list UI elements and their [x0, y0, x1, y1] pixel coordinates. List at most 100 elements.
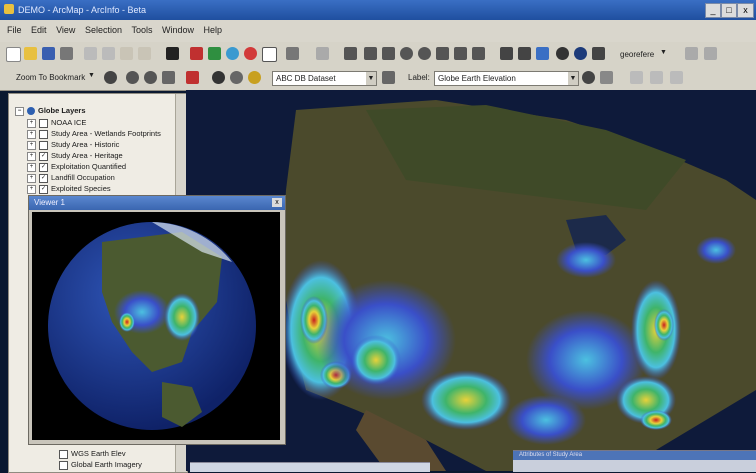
editor-icon[interactable] — [190, 47, 203, 60]
layer-visibility-checkbox[interactable] — [39, 140, 48, 150]
menu-view[interactable]: View — [56, 25, 75, 35]
arctoolbox-icon[interactable] — [208, 47, 221, 60]
layer-visibility-checkbox[interactable]: ✓ — [39, 162, 48, 172]
viewer-window[interactable]: Viewer 1 x — [28, 195, 286, 445]
open-folder-icon[interactable] — [24, 47, 37, 60]
undo-icon[interactable] — [120, 47, 133, 60]
viewer-globe-display[interactable] — [32, 212, 280, 440]
menu-help[interactable]: Help — [204, 25, 223, 35]
georeferencing-label[interactable]: georefere — [620, 50, 654, 59]
georef-dropdown-arrow-icon[interactable]: ▼ — [660, 49, 667, 56]
menu-window[interactable]: Window — [162, 25, 194, 35]
zoom-out-icon[interactable] — [418, 47, 431, 60]
bookmark-arrow-icon[interactable]: ▼ — [88, 72, 95, 79]
toc-layer-item[interactable]: + ✓ Exploited Species — [27, 184, 111, 195]
forward-icon[interactable] — [630, 71, 643, 84]
model-icon[interactable] — [286, 47, 299, 60]
globe-navigate-icon[interactable] — [104, 71, 117, 84]
extra-icon[interactable] — [670, 71, 683, 84]
what-is-this-icon[interactable] — [592, 47, 605, 60]
toc-layer-item[interactable]: WGS Earth Elev — [59, 449, 126, 460]
new-doc-icon[interactable] — [6, 47, 21, 62]
expand-icon[interactable]: + — [27, 184, 36, 194]
settings-icon[interactable] — [582, 71, 595, 84]
layer-visibility-checkbox[interactable] — [39, 129, 48, 139]
filter-icon[interactable] — [382, 71, 395, 84]
toc-layer-item[interactable]: Global Earth Imagery — [59, 460, 142, 471]
layer-visibility-checkbox[interactable] — [59, 460, 68, 470]
layer-visibility-checkbox[interactable]: ✓ — [39, 184, 48, 194]
control-points-icon[interactable] — [704, 47, 717, 60]
layer-name: NOAA ICE — [51, 118, 87, 127]
layer-dataset-value: ABC DB Dataset — [276, 74, 336, 83]
toc-root[interactable]: − Globe Layers — [15, 106, 86, 117]
refresh-icon[interactable] — [650, 71, 663, 84]
expand-icon[interactable]: + — [27, 162, 36, 172]
zoom-in-icon[interactable] — [400, 47, 413, 60]
collapse-icon[interactable]: − — [15, 106, 24, 116]
cut-icon[interactable] — [84, 47, 97, 60]
time-icon[interactable] — [556, 47, 569, 60]
add-data-icon[interactable] — [166, 47, 179, 60]
toc-layer-item[interactable]: + ✓ Study Area - Heritage — [27, 151, 123, 162]
window-title: DEMO - ArcMap - ArcInfo - Beta — [18, 5, 147, 15]
catalog-icon[interactable] — [244, 47, 257, 60]
toc-layer-item[interactable]: + Study Area - Wetlands Footprints — [27, 129, 161, 140]
menu-tools[interactable]: Tools — [131, 25, 152, 35]
menu-edit[interactable]: Edit — [31, 25, 47, 35]
layer-visibility-checkbox[interactable] — [59, 449, 68, 459]
navigate-icon[interactable] — [364, 47, 377, 60]
spin-icon[interactable] — [230, 71, 243, 84]
back-icon[interactable] — [600, 71, 613, 84]
hyperlink-icon[interactable] — [500, 47, 513, 60]
observer-icon[interactable] — [212, 71, 225, 84]
combo-arrow-icon[interactable]: ▼ — [366, 72, 376, 85]
copy-icon[interactable] — [102, 47, 115, 60]
globe-zoom-out-icon[interactable] — [144, 71, 157, 84]
layout-icon[interactable] — [262, 47, 277, 62]
attributes-window[interactable]: Attributes of Study Area — [513, 450, 756, 472]
zoom-to-bookmark-button[interactable]: Zoom To Bookmark — [16, 73, 85, 82]
expand-icon[interactable]: + — [27, 118, 36, 128]
toc-layer-item[interactable]: + ✓ Exploitation Quantified — [27, 162, 126, 173]
toc-layer-item[interactable]: + Study Area - Historic — [27, 140, 119, 151]
expand-icon[interactable]: + — [27, 140, 36, 150]
toc-layer-item[interactable]: + ✓ Landfill Occupation — [27, 173, 115, 184]
expand-icon[interactable]: + — [27, 129, 36, 139]
measure-icon[interactable] — [472, 47, 485, 60]
combo-arrow-icon[interactable]: ▼ — [568, 72, 578, 85]
target-icon[interactable] — [186, 71, 199, 84]
help-icon[interactable] — [574, 47, 587, 60]
map-tips-icon[interactable] — [536, 47, 549, 60]
menu-file[interactable]: File — [7, 25, 22, 35]
menu-selection[interactable]: Selection — [85, 25, 122, 35]
globe-fullextent-icon[interactable] — [162, 71, 175, 84]
print-icon[interactable] — [60, 47, 73, 60]
label-combo[interactable]: Globe Earth Elevation ▼ — [434, 71, 579, 86]
toc-layer-item[interactable]: + NOAA ICE — [27, 118, 86, 129]
minimize-button[interactable]: _ — [705, 3, 721, 18]
layer-visibility-checkbox[interactable]: ✓ — [39, 173, 48, 183]
layer-dataset-combo[interactable]: ABC DB Dataset ▼ — [272, 71, 377, 86]
full-extent-icon[interactable] — [436, 47, 449, 60]
save-icon[interactable] — [42, 47, 55, 60]
viewer-titlebar[interactable]: Viewer 1 x — [29, 196, 285, 210]
globe-icon[interactable] — [226, 47, 239, 60]
viewer-close-button[interactable]: x — [272, 198, 282, 207]
maximize-button[interactable]: □ — [721, 3, 737, 18]
expand-icon[interactable]: + — [27, 151, 36, 161]
fly-icon[interactable] — [382, 47, 395, 60]
select-icon[interactable] — [316, 47, 329, 60]
redo-icon[interactable] — [138, 47, 151, 60]
identify-icon[interactable] — [454, 47, 467, 60]
pan-icon[interactable] — [344, 47, 357, 60]
layer-tool-icon[interactable] — [685, 47, 698, 60]
close-button[interactable]: x — [737, 3, 754, 18]
toc-root-label: Globe Layers — [38, 106, 86, 115]
expand-icon[interactable]: + — [27, 173, 36, 183]
layer-visibility-checkbox[interactable] — [39, 118, 48, 128]
sun-icon[interactable] — [248, 71, 261, 84]
globe-zoom-in-icon[interactable] — [126, 71, 139, 84]
layer-visibility-checkbox[interactable]: ✓ — [39, 151, 48, 161]
find-icon[interactable] — [518, 47, 531, 60]
